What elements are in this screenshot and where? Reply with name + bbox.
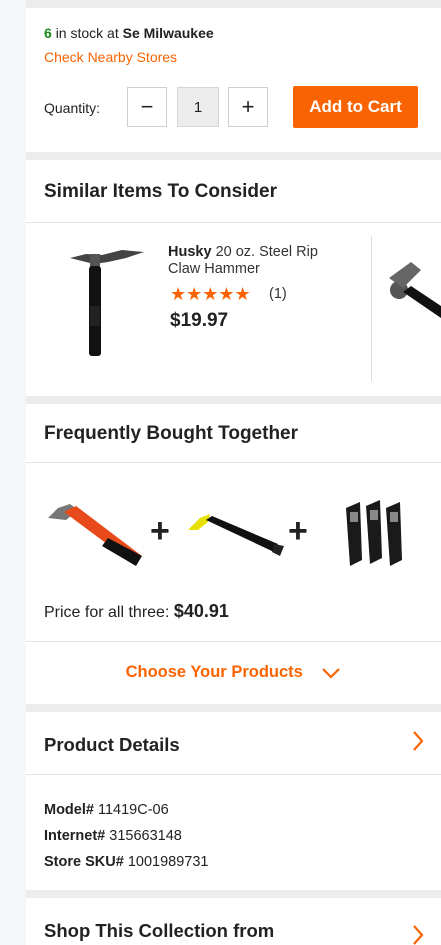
- pry-bar-image[interactable]: [186, 506, 286, 562]
- model-label: Model#: [44, 802, 94, 818]
- rating-count: (1): [269, 286, 287, 302]
- divider: [26, 222, 441, 223]
- similar-item-brand: Husky: [168, 244, 212, 260]
- shop-collection-title[interactable]: Shop This Collection from: [44, 920, 274, 942]
- utility-knives-image[interactable]: [342, 498, 408, 570]
- store-name: Se Milwaukee: [122, 25, 214, 41]
- carousel-separator: [371, 236, 372, 381]
- stock-text: in stock at: [55, 25, 119, 41]
- bundle-price-label: Price for all three:: [44, 604, 170, 621]
- plus-sign: +: [150, 512, 170, 550]
- hammer-image[interactable]: [44, 496, 144, 568]
- similar-item-title[interactable]: Husky 20 oz. Steel Rip Claw Hammer: [168, 244, 348, 278]
- product-details-section: Product Details Model# 11419C-06 Interne…: [26, 712, 441, 890]
- choose-your-products-label: Choose Your Products: [125, 663, 303, 681]
- frequently-bought-together-section: Frequently Bought Together + + Price for…: [26, 404, 441, 704]
- divider: [26, 462, 441, 463]
- chevron-right-icon[interactable]: [411, 730, 425, 752]
- left-gutter: [0, 0, 26, 945]
- model-value: 11419C-06: [97, 802, 169, 818]
- purchase-panel: 6 in stock at Se Milwaukee Check Nearby …: [26, 8, 441, 152]
- quantity-input[interactable]: 1: [177, 87, 219, 127]
- sku-value: 1001989731: [127, 854, 209, 870]
- choose-your-products-button[interactable]: Choose Your Products: [26, 663, 441, 682]
- internet-value: 315663148: [109, 828, 182, 844]
- shop-collection-section: Shop This Collection from: [26, 898, 441, 945]
- divider: [26, 641, 441, 642]
- sku-label: Store SKU#: [44, 854, 124, 870]
- divider: [26, 774, 441, 775]
- quantity-decrease-button[interactable]: −: [127, 87, 167, 127]
- internet-number: Internet# 315663148: [44, 828, 182, 844]
- chevron-down-icon: [322, 667, 341, 679]
- similar-item-price: $19.97: [170, 310, 229, 331]
- bundle-price-value: $40.91: [173, 601, 229, 621]
- rating-stars: ★★★★★: [170, 284, 251, 304]
- chevron-right-icon[interactable]: [411, 924, 425, 945]
- next-product-image[interactable]: [381, 248, 441, 318]
- quantity-label: Quantity:: [44, 100, 101, 116]
- bundle-price: Price for all three: $40.91: [44, 601, 229, 622]
- check-nearby-stores-link[interactable]: Check Nearby Stores: [44, 49, 177, 65]
- hammer-product-image[interactable]: [56, 246, 146, 376]
- model-number: Model# 11419C-06: [44, 802, 169, 818]
- fbt-title: Frequently Bought Together: [44, 423, 299, 444]
- similar-items-title: Similar Items To Consider: [44, 181, 277, 202]
- plus-sign: +: [288, 512, 308, 550]
- stock-count: 6: [44, 25, 52, 41]
- quantity-increase-button[interactable]: +: [228, 87, 268, 127]
- store-sku: Store SKU# 1001989731: [44, 854, 208, 870]
- similar-items-section: Similar Items To Consider Husky 20 oz. S…: [26, 160, 441, 396]
- product-details-title[interactable]: Product Details: [44, 734, 180, 756]
- stock-status: 6 in stock at Se Milwaukee: [44, 25, 214, 41]
- internet-label: Internet#: [44, 828, 106, 844]
- add-to-cart-button[interactable]: Add to Cart: [293, 86, 418, 128]
